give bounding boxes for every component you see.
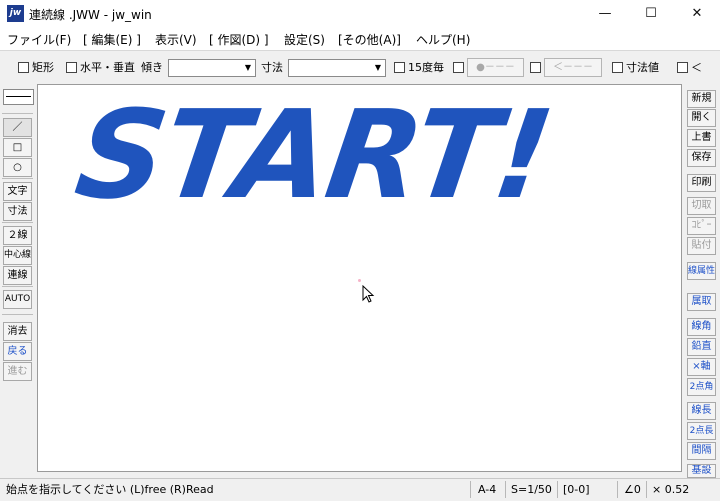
- menu-draw[interactable]: [ 作図(D) ]: [209, 31, 269, 48]
- menu-settings[interactable]: 設定(S): [284, 31, 325, 48]
- tool-x-axis[interactable]: ×軸: [687, 358, 716, 376]
- btn2-checkbox[interactable]: [530, 56, 544, 78]
- checkbox-box[interactable]: [453, 61, 464, 73]
- separator: [2, 314, 33, 315]
- tool-auto[interactable]: AUTO: [3, 290, 32, 309]
- tool-line[interactable]: ／: [3, 118, 32, 137]
- menu-bar: ファイル(F) [ 編集(E) ] 表示(V) [ 作図(D) ] 設定(S) …: [0, 28, 720, 51]
- tool-paste[interactable]: 貼付: [687, 237, 716, 255]
- angle15-label: 15度毎: [408, 61, 444, 74]
- checkbox-box[interactable]: [530, 61, 541, 73]
- chevron-down-icon[interactable]: ▼: [371, 60, 385, 76]
- tool-line-angle[interactable]: 線角: [687, 318, 716, 336]
- separator: [505, 481, 506, 498]
- chevron-down-icon[interactable]: ▼: [241, 60, 255, 76]
- tool-save[interactable]: 保存: [687, 149, 716, 167]
- separator: [2, 222, 33, 223]
- close-button[interactable]: ✕: [674, 0, 720, 28]
- tool-get-attribute[interactable]: 属取: [687, 293, 716, 311]
- canvas-text: START!: [68, 84, 560, 226]
- separator: [2, 178, 33, 179]
- cursor-icon: [362, 285, 375, 303]
- tool-open[interactable]: 開く: [687, 109, 716, 127]
- paper-size[interactable]: A-4: [478, 482, 496, 497]
- tool-center-line[interactable]: 中心線: [3, 246, 32, 265]
- hv-checkbox[interactable]: 水平・垂直: [66, 56, 135, 78]
- tool-circle[interactable]: ○: [3, 158, 32, 177]
- tool-cut[interactable]: 切取: [687, 197, 716, 215]
- minimize-button[interactable]: —: [582, 0, 628, 28]
- checkbox-box[interactable]: [394, 61, 405, 73]
- factor-readout[interactable]: × 0.52: [652, 482, 689, 497]
- angle-readout[interactable]: ∠0: [624, 482, 641, 497]
- window-title: 連続線 .JWW - jw_win: [29, 8, 152, 22]
- tool-new[interactable]: 新規: [687, 90, 716, 108]
- scale-readout[interactable]: S=1/50: [511, 482, 552, 497]
- origin-dot-icon: [358, 279, 361, 282]
- separator: [617, 481, 618, 498]
- tool-two-point-length[interactable]: 2点長: [687, 422, 716, 440]
- checkbox-box[interactable]: [677, 61, 688, 73]
- arrow-mode-button[interactable]: ＜－－－: [544, 58, 602, 77]
- tool-line-length[interactable]: 線長: [687, 402, 716, 420]
- tool-dimension[interactable]: 寸法: [3, 202, 32, 221]
- tool-interval[interactable]: 間隔: [687, 442, 716, 460]
- rect-checkbox[interactable]: 矩形: [18, 56, 54, 78]
- separator: [646, 481, 647, 498]
- menu-help[interactable]: ヘルプ(H): [416, 31, 470, 48]
- tool-line-attribute[interactable]: 線属性: [687, 262, 716, 280]
- line-mode-button[interactable]: ●－－－: [467, 58, 524, 77]
- dimval-checkbox[interactable]: 寸法値: [612, 56, 659, 78]
- checkbox-box[interactable]: [66, 61, 77, 73]
- menu-edit[interactable]: [ 編集(E) ]: [83, 31, 141, 48]
- angle15-checkbox[interactable]: 15度毎: [394, 56, 444, 78]
- title-bar: jw 連続線 .JWW - jw_win — ☐ ✕: [0, 0, 720, 28]
- line-type-selector[interactable]: [3, 89, 34, 105]
- line-sample: [6, 96, 31, 97]
- tool-overwrite[interactable]: 上書: [687, 129, 716, 147]
- dim-combo[interactable]: ▼: [288, 59, 386, 77]
- slope-combo[interactable]: ▼: [168, 59, 256, 77]
- tool-vertical[interactable]: 鉛直: [687, 338, 716, 356]
- menu-file[interactable]: ファイル(F): [7, 31, 71, 48]
- last-checkbox[interactable]: ＜: [677, 56, 702, 78]
- tool-double-line[interactable]: ２線: [3, 226, 32, 245]
- tool-text[interactable]: 文字: [3, 182, 32, 201]
- app-icon: jw: [7, 5, 24, 22]
- maximize-button[interactable]: ☐: [628, 0, 674, 28]
- tool-undo[interactable]: 戻る: [3, 342, 32, 361]
- tool-redo[interactable]: 進む: [3, 362, 32, 381]
- status-message: 始点を指示してください (L)free (R)Read: [6, 483, 214, 496]
- separator: [557, 481, 558, 498]
- options-toolbar: 矩形 水平・垂直 傾き ▼ 寸法 ▼ 15度毎 ●－－－ ＜－－－ 寸法値 ＜: [0, 56, 720, 80]
- hv-label: 水平・垂直: [80, 61, 135, 74]
- drawing-canvas[interactable]: START!: [37, 84, 682, 472]
- btn1-checkbox[interactable]: [453, 56, 467, 78]
- rect-label: 矩形: [32, 61, 54, 74]
- dim-label: 寸法: [261, 61, 283, 74]
- tool-continuous-line[interactable]: 連線: [3, 266, 32, 285]
- checkbox-box[interactable]: [18, 61, 29, 73]
- slope-label: 傾き: [141, 61, 163, 74]
- status-bar: 始点を指示してください (L)free (R)Read A-4 S=1/50 […: [0, 478, 720, 501]
- tool-rectangle[interactable]: □: [3, 138, 32, 157]
- layer-readout[interactable]: [0-0]: [563, 482, 590, 497]
- separator: [470, 481, 471, 498]
- tool-two-point-angle[interactable]: 2点角: [687, 378, 716, 396]
- tool-copy[interactable]: ｺﾋﾟｰ: [687, 217, 716, 235]
- checkbox-box[interactable]: [612, 61, 623, 73]
- menu-view[interactable]: 表示(V): [155, 31, 197, 48]
- last-label: ＜: [691, 61, 702, 74]
- dimval-label: 寸法値: [626, 61, 659, 74]
- tool-print[interactable]: 印刷: [687, 174, 716, 192]
- tool-base-setting[interactable]: 基設: [687, 464, 716, 478]
- tool-erase[interactable]: 消去: [3, 322, 32, 341]
- menu-other[interactable]: [その他(A)]: [338, 31, 401, 48]
- separator: [2, 113, 33, 114]
- separator: [2, 286, 33, 287]
